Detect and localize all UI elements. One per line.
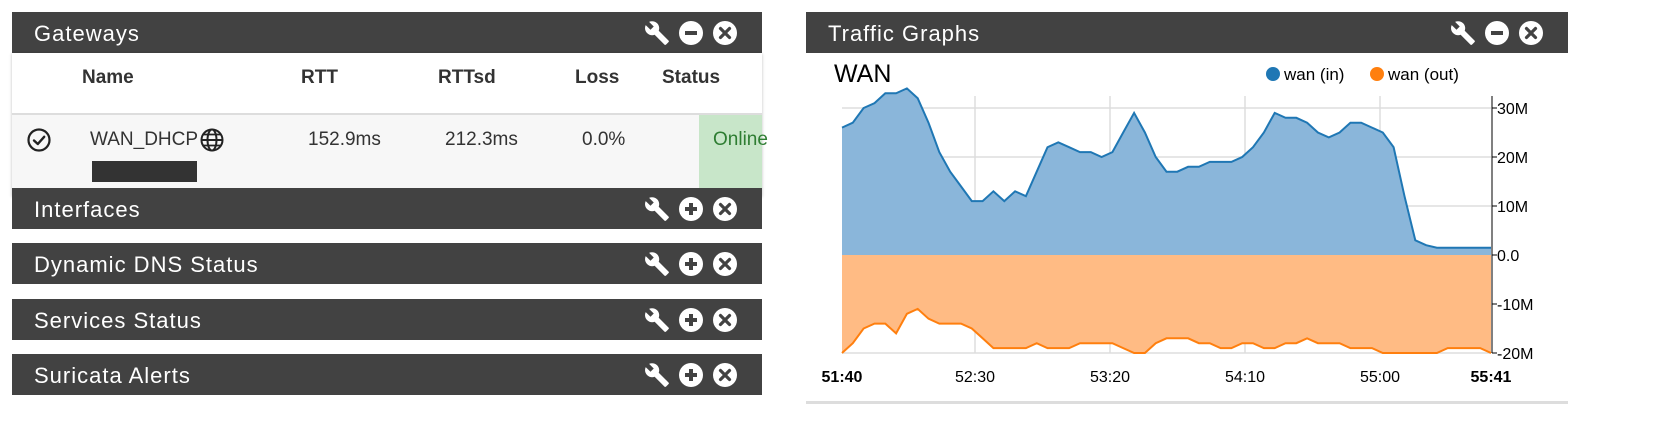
close-circle-icon[interactable] [710,194,740,224]
table-row [12,115,762,196]
interfaces-header: Interfaces [12,188,762,229]
y-tick-label: -10M [1497,297,1533,314]
suricata-alerts-header: Suricata Alerts [12,354,762,395]
x-tick-labels: 51:40 52:30 53:20 54:10 55:00 55:41 [822,369,1512,386]
services-status-header: Services Status [12,299,762,340]
traffic-chart: 30M 20M 10M 0.0 -10M -20M 51:40 52:30 53:20 54:1… [822,60,1534,386]
column-header-rttsd: RTTsd [438,67,496,88]
traffic-graph-body: 30M 20M 10M 0.0 -10M -20M 51:40 52:30 53:20 54:1… [806,53,1568,404]
gateways-table: Name RTT RTTsd Loss Status WAN_DHCP 152.… [12,53,768,196]
panel-title: Services Status [34,308,202,333]
column-header-status: Status [662,67,721,88]
suricata-alerts-panel: Suricata Alerts [12,354,762,395]
wrench-icon[interactable] [1448,18,1478,48]
plus-circle-icon[interactable] [676,360,706,390]
x-tick-label: 55:00 [1360,369,1400,386]
y-tick-labels: 30M 20M 10M 0.0 -10M -20M [1492,101,1533,363]
x-tick-label: 53:20 [1090,369,1130,386]
minus-circle-icon[interactable] [1482,18,1512,48]
gateway-status: Online [713,129,768,150]
panel-title: Dynamic DNS Status [34,252,259,277]
legend-label-out[interactable]: wan (out) [1387,65,1459,84]
check-circle-icon [26,127,52,158]
y-tick-label: 20M [1497,150,1528,167]
close-circle-icon[interactable] [710,305,740,335]
gateway-name: WAN_DHCP [90,129,199,150]
wrench-icon[interactable] [642,305,672,335]
dynamic-dns-header: Dynamic DNS Status [12,243,762,284]
x-tick-label: 54:10 [1225,369,1265,386]
redacted-address [92,161,197,182]
column-header-name: Name [82,67,134,88]
y-tick-label: 30M [1497,101,1528,118]
column-header-rtt: RTT [301,67,338,88]
gateways-panel: Gateways Name RTT RTTsd Loss Status WAN_… [12,12,768,196]
wrench-icon[interactable] [642,360,672,390]
plus-circle-icon[interactable] [676,249,706,279]
panel-title: Interfaces [34,197,141,222]
close-circle-icon[interactable] [710,18,740,48]
wrench-icon[interactable] [642,194,672,224]
status-cell: Online [699,115,768,196]
gateway-loss: 0.0% [582,129,626,150]
close-circle-icon[interactable] [710,360,740,390]
traffic-graphs-header: Traffic Graphs [806,12,1568,53]
globe-icon [200,128,224,157]
chart-title: WAN [834,60,891,88]
y-tick-label: -20M [1497,346,1533,363]
y-tick-label: 10M [1497,199,1528,216]
plus-circle-icon[interactable] [676,194,706,224]
panel-title: Traffic Graphs [828,21,981,46]
panel-title: Gateways [34,21,140,46]
y-tick-label: 0.0 [1497,248,1519,265]
panel-title: Suricata Alerts [34,363,191,388]
dynamic-dns-panel: Dynamic DNS Status [12,243,762,284]
x-tick-label: 52:30 [955,369,995,386]
plus-circle-icon[interactable] [676,305,706,335]
traffic-graphs-panel: Traffic Graphs 30M 20M 10M 0.0 -10M -20M 51:4… [806,12,1568,404]
column-header-loss: Loss [575,67,620,88]
legend-label-in[interactable]: wan (in) [1283,65,1344,84]
x-tick-label: 55:41 [1471,369,1512,386]
wrench-icon[interactable] [642,249,672,279]
wrench-icon[interactable] [642,18,672,48]
legend-marker-out [1370,67,1384,81]
minus-circle-icon[interactable] [676,18,706,48]
gateways-header: Gateways [12,12,762,53]
x-tick-label: 51:40 [822,369,863,386]
close-circle-icon[interactable] [1516,18,1546,48]
interfaces-panel: Interfaces [12,188,762,229]
close-circle-icon[interactable] [710,249,740,279]
gateway-rtt: 152.9ms [308,129,381,150]
gateway-rttsd: 212.3ms [445,129,518,150]
services-status-panel: Services Status [12,299,762,340]
legend-marker-in [1266,67,1280,81]
